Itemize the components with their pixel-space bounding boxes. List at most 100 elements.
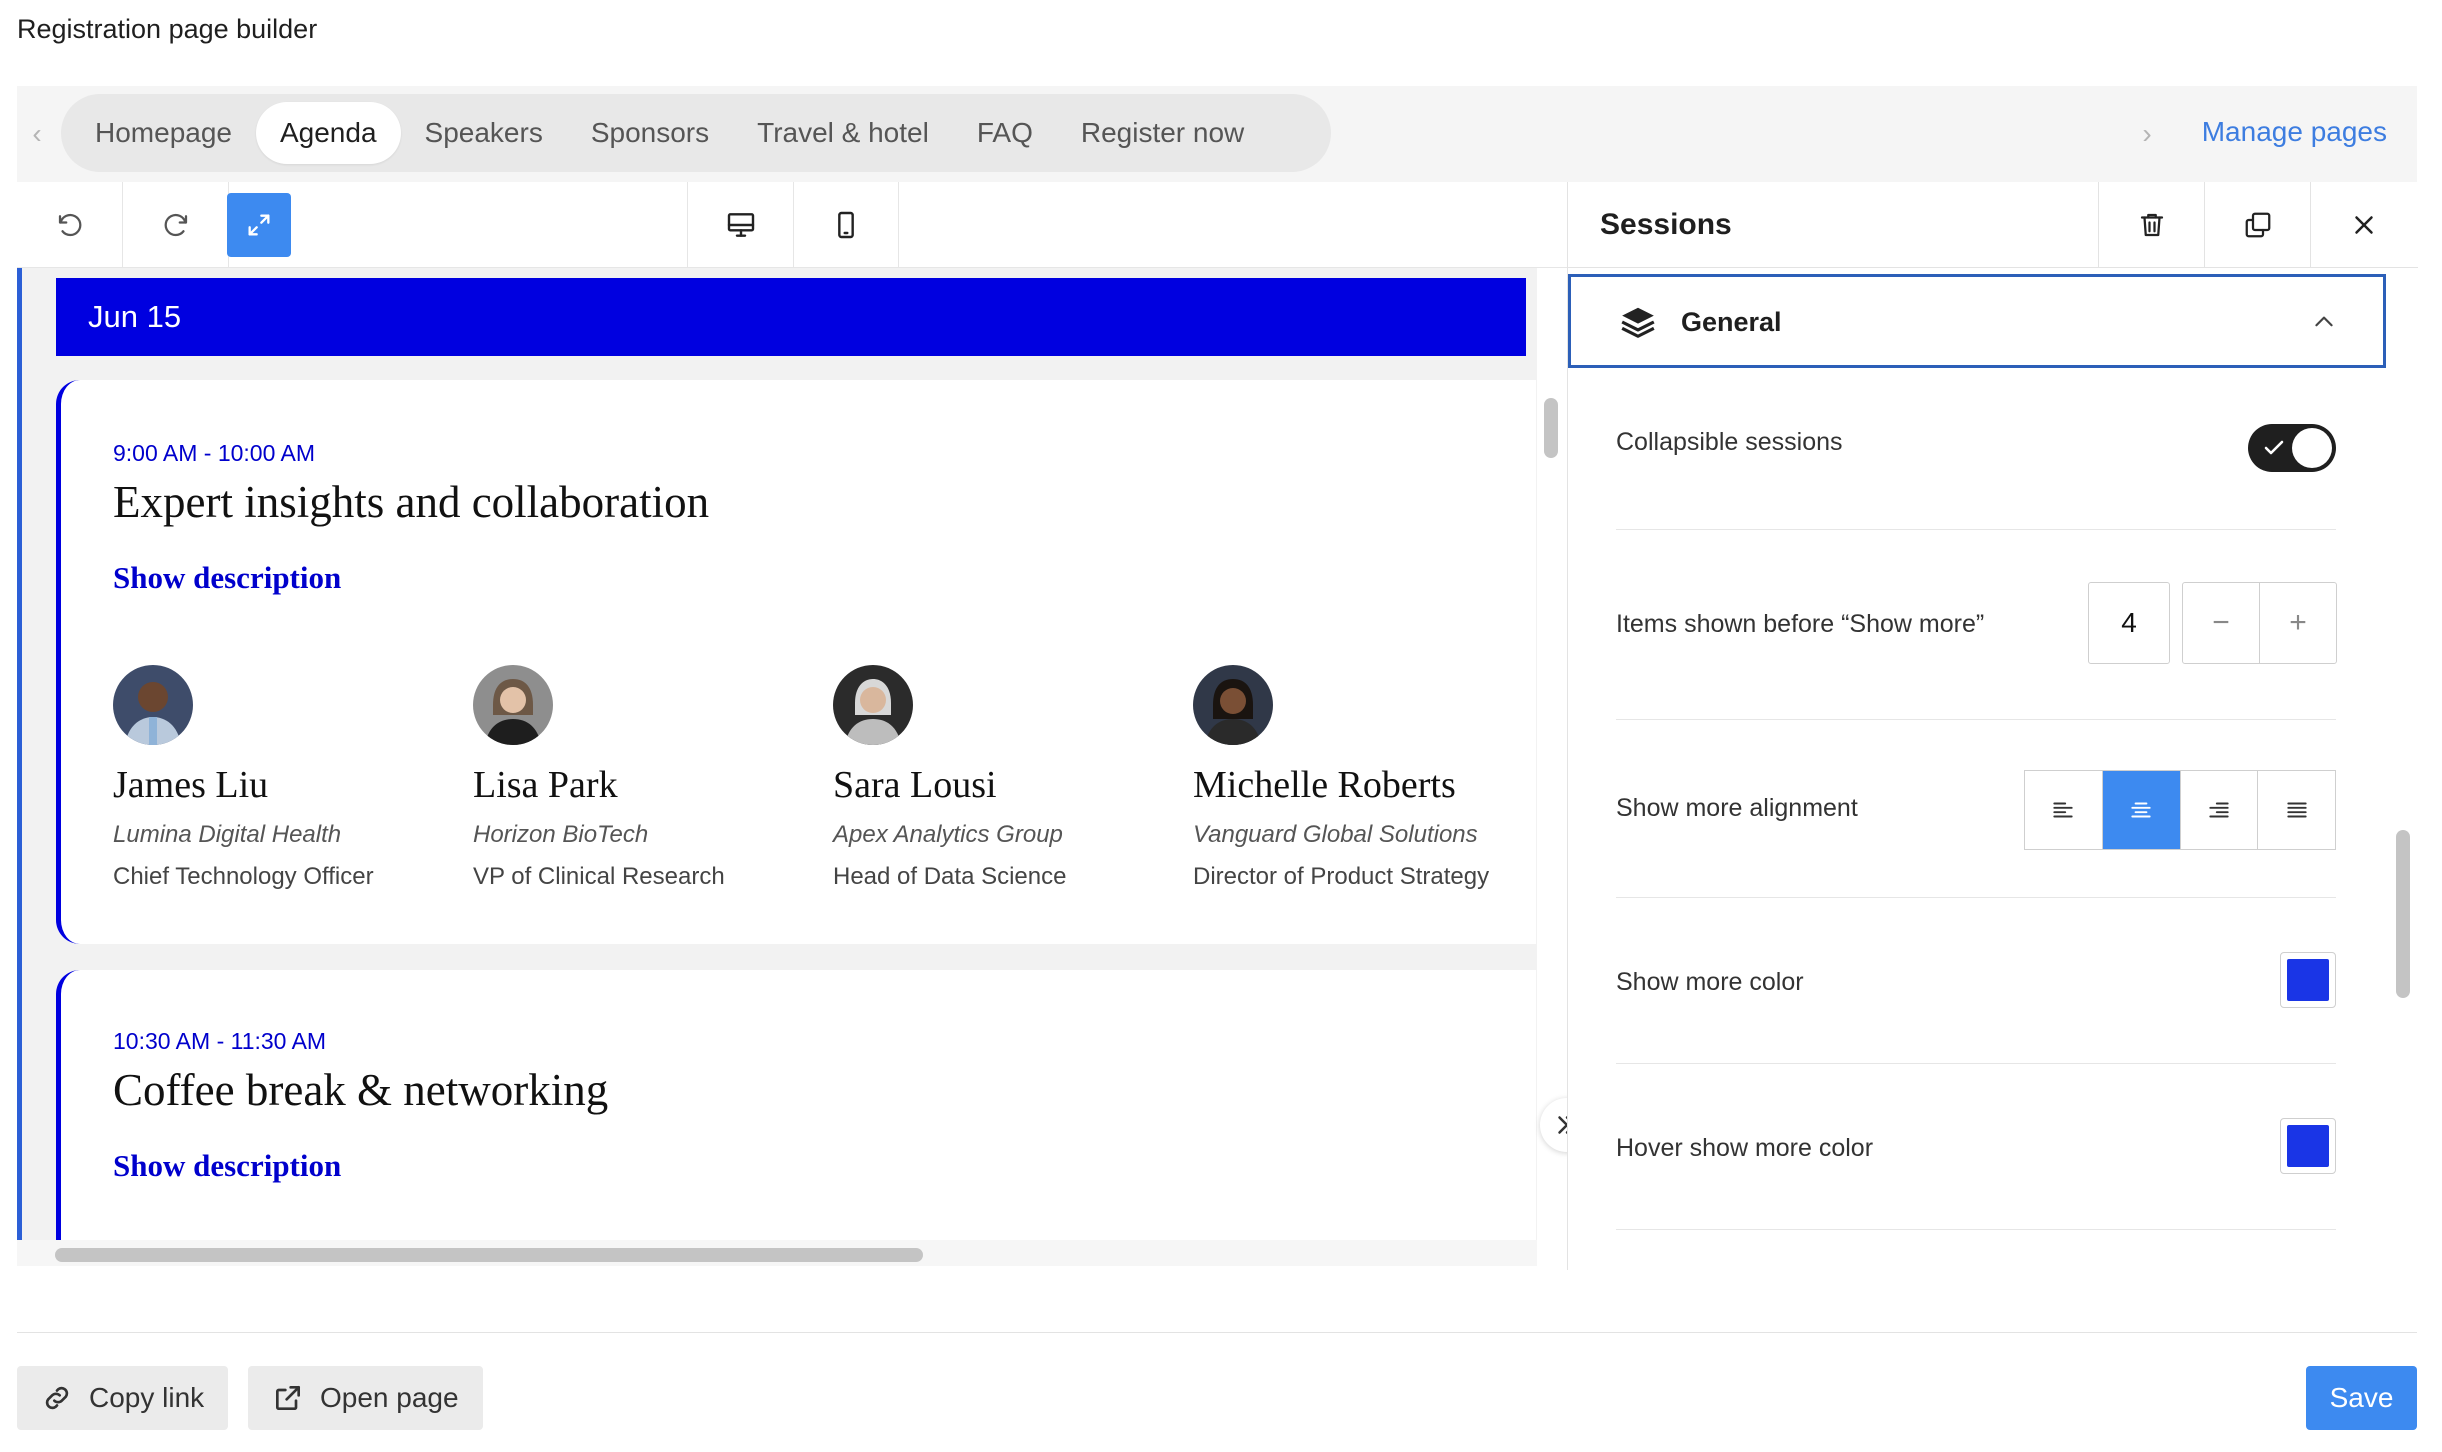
- external-link-icon: [276, 1386, 300, 1410]
- undo-icon: [58, 213, 81, 237]
- agenda-date-header: Jun 15: [56, 278, 1526, 356]
- desktop-view-button[interactable]: [687, 182, 793, 268]
- app-title: Registration page builder: [17, 14, 318, 44]
- delete-button[interactable]: [2098, 182, 2204, 268]
- close-icon: [2354, 216, 2373, 234]
- canvas-horizontal-scrollbar: [17, 1240, 1537, 1266]
- general-section-label: General: [1681, 307, 1782, 337]
- close-panel-button[interactable]: [2310, 182, 2416, 268]
- align-left-icon: [2053, 802, 2074, 818]
- toggle-knob: [2292, 428, 2332, 468]
- align-center-button[interactable]: [2102, 771, 2181, 849]
- speaker-role: Chief Technology Officer: [113, 863, 374, 890]
- speaker-card: James Liu Lumina Digital Health Chief Te…: [113, 665, 453, 891]
- collapsible-sessions-toggle[interactable]: [2248, 424, 2336, 472]
- desktop-icon: [727, 213, 754, 237]
- expand-icon: [248, 214, 270, 236]
- page-tabs: Homepage Agenda Speakers Sponsors Travel…: [61, 94, 1331, 172]
- tab-speakers[interactable]: Speakers: [401, 102, 567, 164]
- speaker-name: Michelle Roberts: [1193, 764, 1456, 806]
- expand-button[interactable]: [227, 193, 291, 257]
- tab-travel-hotel[interactable]: Travel & hotel: [733, 102, 953, 164]
- speaker-card: Sara Lousi Apex Analytics Group Head of …: [833, 665, 1173, 891]
- open-page-label: Open page: [320, 1382, 459, 1413]
- redo-button[interactable]: [123, 182, 229, 268]
- tab-homepage[interactable]: Homepage: [71, 102, 256, 164]
- show-more-color-setting: Show more color: [1616, 898, 2336, 1064]
- items-shown-setting: Items shown before “Show more” 4 − +: [1616, 530, 2337, 720]
- increment-button[interactable]: +: [2259, 582, 2337, 664]
- tab-faq[interactable]: FAQ: [953, 102, 1057, 164]
- settings-panel: Sessions General Collapsible sessions It…: [1567, 182, 2418, 1270]
- show-description-link[interactable]: Show description: [113, 1148, 341, 1184]
- show-more-alignment-label: Show more alignment: [1616, 794, 1858, 822]
- session-card[interactable]: 10:30 AM - 11:30 AM Coffee break & netwo…: [56, 970, 1536, 1240]
- show-more-color-swatch[interactable]: [2280, 952, 2336, 1008]
- speaker-company: Lumina Digital Health: [113, 821, 342, 848]
- trash-icon: [2140, 213, 2163, 237]
- check-icon: [2264, 440, 2284, 455]
- align-justify-button[interactable]: [2258, 771, 2335, 849]
- duplicate-button[interactable]: [2204, 182, 2310, 268]
- hover-show-more-color-setting: Hover show more color: [1616, 1064, 2336, 1230]
- page-tabs-bar: ‹ Homepage Agenda Speakers Sponsors Trav…: [17, 86, 2417, 182]
- align-right-button[interactable]: [2180, 771, 2259, 849]
- undo-button[interactable]: [17, 182, 123, 268]
- redo-icon: [164, 213, 187, 237]
- panel-header: Sessions: [1568, 182, 2418, 268]
- session-card[interactable]: 9:00 AM - 10:00 AM Expert insights and c…: [56, 380, 1536, 944]
- align-center-icon: [2131, 802, 2151, 818]
- canvas-horizontal-scroll-thumb[interactable]: [55, 1248, 923, 1262]
- show-description-link[interactable]: Show description: [113, 560, 341, 596]
- show-more-color-label: Show more color: [1616, 968, 1804, 996]
- avatar: [113, 665, 193, 745]
- panel-vertical-scrollbar[interactable]: [2396, 830, 2410, 998]
- hover-show-more-color-label: Hover show more color: [1616, 1134, 1874, 1162]
- footer-divider: [17, 1332, 2417, 1333]
- manage-pages-link[interactable]: Manage pages: [2202, 116, 2387, 148]
- decrement-button[interactable]: −: [2182, 582, 2260, 664]
- speaker-company: Apex Analytics Group: [833, 821, 1063, 848]
- align-right-icon: [2209, 802, 2229, 818]
- speaker-card: Michelle Roberts Vanguard Global Solutio…: [1193, 665, 1533, 891]
- show-more-alignment-setting: Show more alignment: [1616, 720, 2336, 898]
- tabs-next-chevron-icon[interactable]: ›: [2135, 114, 2159, 154]
- save-button[interactable]: Save: [2306, 1366, 2417, 1430]
- align-left-button[interactable]: [2025, 771, 2103, 849]
- tab-agenda[interactable]: Agenda: [255, 102, 401, 164]
- panel-title: Sessions: [1600, 208, 1732, 241]
- link-icon: [45, 1386, 69, 1410]
- avatar: [1193, 665, 1273, 745]
- speaker-role: Director of Product Strategy: [1193, 863, 1490, 890]
- speaker-role: Head of Data Science: [833, 863, 1067, 890]
- items-shown-input[interactable]: 4: [2088, 582, 2170, 664]
- minus-icon: −: [2212, 606, 2230, 639]
- copy-icon: [2245, 212, 2270, 238]
- chevron-up-icon: [2315, 316, 2333, 327]
- collapsible-sessions-setting: Collapsible sessions: [1616, 368, 2336, 530]
- open-page-button[interactable]: Open page: [248, 1366, 483, 1430]
- avatar: [833, 665, 913, 745]
- speaker-company: Horizon BioTech: [473, 821, 649, 848]
- collapsible-sessions-label: Collapsible sessions: [1616, 428, 1843, 456]
- session-title: Coffee break & networking: [113, 1065, 609, 1115]
- general-section-header[interactable]: General: [1568, 274, 2386, 368]
- color-swatch-fill: [2287, 1125, 2329, 1167]
- tab-register-now[interactable]: Register now: [1057, 102, 1268, 164]
- tab-sponsors[interactable]: Sponsors: [567, 102, 733, 164]
- hover-show-more-color-swatch[interactable]: [2280, 1118, 2336, 1174]
- items-shown-label: Items shown before “Show more”: [1616, 610, 1985, 638]
- copy-link-label: Copy link: [89, 1382, 205, 1413]
- session-title: Expert insights and collaboration: [113, 477, 710, 527]
- tabs-prev-chevron-icon[interactable]: ‹: [25, 114, 49, 154]
- mobile-view-button[interactable]: [793, 182, 899, 268]
- page-canvas: Jun 15 9:00 AM - 10:00 AM Expert insight…: [17, 268, 1537, 1240]
- speaker-name: Lisa Park: [473, 764, 618, 806]
- align-justify-icon: [2286, 802, 2307, 818]
- layers-icon: [1621, 307, 1655, 338]
- color-swatch-fill: [2287, 959, 2329, 1001]
- canvas-vertical-scrollbar[interactable]: [1544, 398, 1558, 458]
- plus-icon: +: [2289, 606, 2307, 639]
- speaker-card: Lisa Park Horizon BioTech VP of Clinical…: [473, 665, 813, 891]
- copy-link-button[interactable]: Copy link: [17, 1366, 229, 1430]
